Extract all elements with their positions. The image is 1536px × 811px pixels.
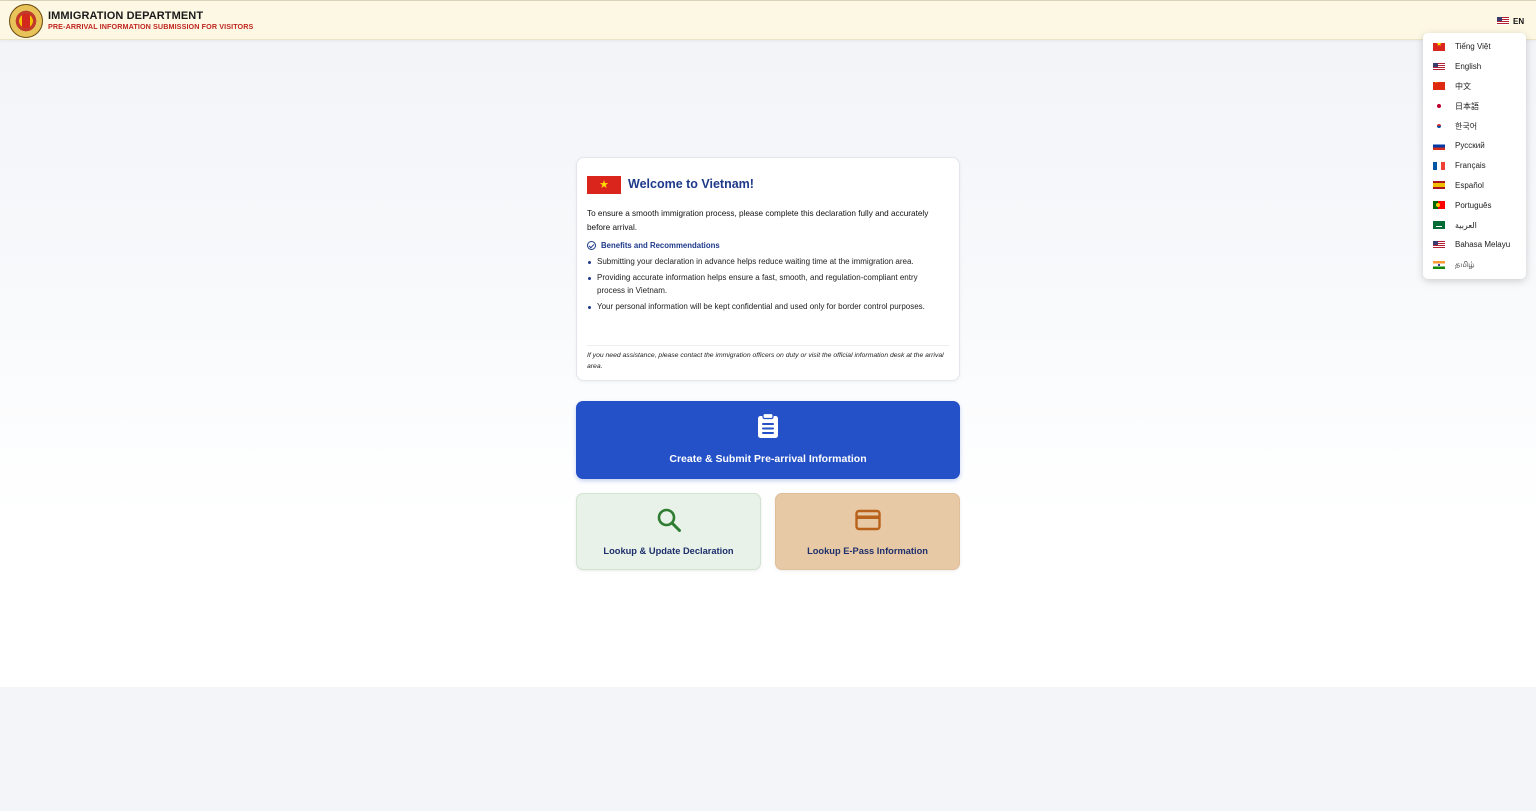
language-option-label: Русский xyxy=(1455,141,1485,151)
lookup-update-label: Lookup & Update Declaration xyxy=(603,546,734,556)
department-subtitle: PRE-ARRIVAL INFORMATION SUBMISSION FOR V… xyxy=(48,22,254,31)
language-code: EN xyxy=(1513,16,1525,26)
national-emblem-icon xyxy=(9,4,43,38)
us-flag-icon xyxy=(1433,240,1445,249)
language-option-label: Español xyxy=(1455,180,1484,190)
language-option-label: English xyxy=(1455,62,1482,72)
assistance-note: If you need assistance, please contact t… xyxy=(587,352,944,370)
cn-flag-icon xyxy=(1433,82,1445,91)
welcome-card: ★ Welcome to Vietnam! To ensure a smooth… xyxy=(576,157,960,381)
ru-flag-icon xyxy=(1433,141,1445,150)
search-icon xyxy=(657,508,681,532)
vietnam-flag-icon: ★ xyxy=(587,176,621,194)
language-option-label: العربية xyxy=(1455,220,1477,230)
es-flag-icon xyxy=(1433,181,1445,190)
department-title: IMMIGRATION DEPARTMENT xyxy=(48,10,204,22)
sa-flag-icon xyxy=(1433,221,1445,230)
in-flag-icon xyxy=(1433,260,1445,269)
create-submit-button[interactable]: Create & Submit Pre-arrival Information xyxy=(576,401,960,479)
language-selector[interactable]: EN xyxy=(1497,15,1524,27)
language-option[interactable]: Русский xyxy=(1423,136,1526,156)
welcome-title: Welcome to Vietnam! xyxy=(628,177,754,191)
benefit-item: Providing accurate information helps ens… xyxy=(587,271,947,298)
lookup-epass-label: Lookup E-Pass Information xyxy=(807,546,928,556)
benefit-text: Providing accurate information helps ens… xyxy=(597,272,918,295)
language-option-label: தமிழ் xyxy=(1455,259,1475,269)
jp-flag-icon xyxy=(1433,102,1445,111)
language-option[interactable]: Español xyxy=(1423,176,1526,196)
pt-flag-icon xyxy=(1433,201,1445,210)
create-submit-label: Create & Submit Pre-arrival Information xyxy=(669,453,867,465)
check-circle-icon xyxy=(587,241,596,250)
card-divider xyxy=(587,345,949,346)
language-option[interactable]: 日本語 xyxy=(1423,96,1526,116)
bullet-dot xyxy=(588,276,591,280)
top-header: IMMIGRATION DEPARTMENT PRE-ARRIVAL INFOR… xyxy=(0,0,1536,40)
language-option[interactable]: Français xyxy=(1423,156,1526,176)
benefits-list: Submitting your declaration in advance h… xyxy=(587,255,947,315)
lookup-epass-button[interactable]: Lookup E-Pass Information xyxy=(775,493,960,570)
language-option-label: Bahasa Melayu xyxy=(1455,240,1511,250)
intro-text: To ensure a smooth immigration process, … xyxy=(587,209,929,232)
bullet-dot xyxy=(588,305,591,309)
language-dropdown-menu: Tiếng Việt English 中文日本語 한국어 Русский Français… xyxy=(1423,33,1526,279)
benefits-title: Benefits and Recommendations xyxy=(601,241,720,250)
us-flag-icon xyxy=(1497,17,1509,25)
language-option-label: Tiếng Việt xyxy=(1455,42,1491,52)
language-option-label: 中文 xyxy=(1455,81,1471,91)
benefits-heading: Benefits and Recommendations xyxy=(587,240,720,251)
language-option[interactable]: العربية xyxy=(1423,215,1526,235)
vn-flag-icon xyxy=(1433,42,1445,51)
language-option[interactable]: 한국어 xyxy=(1423,116,1526,136)
language-option[interactable]: Tiếng Việt xyxy=(1423,37,1526,57)
language-option-label: 日本語 xyxy=(1455,101,1479,111)
language-option-label: 한국어 xyxy=(1455,121,1478,131)
language-option-label: Português xyxy=(1455,200,1492,210)
kr-flag-icon xyxy=(1433,122,1445,131)
language-option[interactable]: 中文 xyxy=(1423,77,1526,97)
benefit-item: Your personal information will be kept c… xyxy=(587,300,947,313)
clipboard-icon xyxy=(758,413,778,438)
language-option[interactable]: English xyxy=(1423,57,1526,77)
language-option-label: Français xyxy=(1455,161,1486,171)
language-option[interactable]: தமிழ் xyxy=(1423,255,1526,275)
benefit-item: Submitting your declaration in advance h… xyxy=(587,255,947,268)
benefit-text: Submitting your declaration in advance h… xyxy=(597,257,914,266)
benefit-text: Your personal information will be kept c… xyxy=(597,301,925,311)
language-option[interactable]: Português xyxy=(1423,195,1526,215)
language-option[interactable]: Bahasa Melayu xyxy=(1423,235,1526,255)
us-flag-icon xyxy=(1433,62,1445,71)
lookup-update-button[interactable]: Lookup & Update Declaration xyxy=(576,493,761,570)
bullet-dot xyxy=(588,261,591,264)
credit-card-icon xyxy=(855,509,881,531)
fr-flag-icon xyxy=(1433,161,1445,170)
